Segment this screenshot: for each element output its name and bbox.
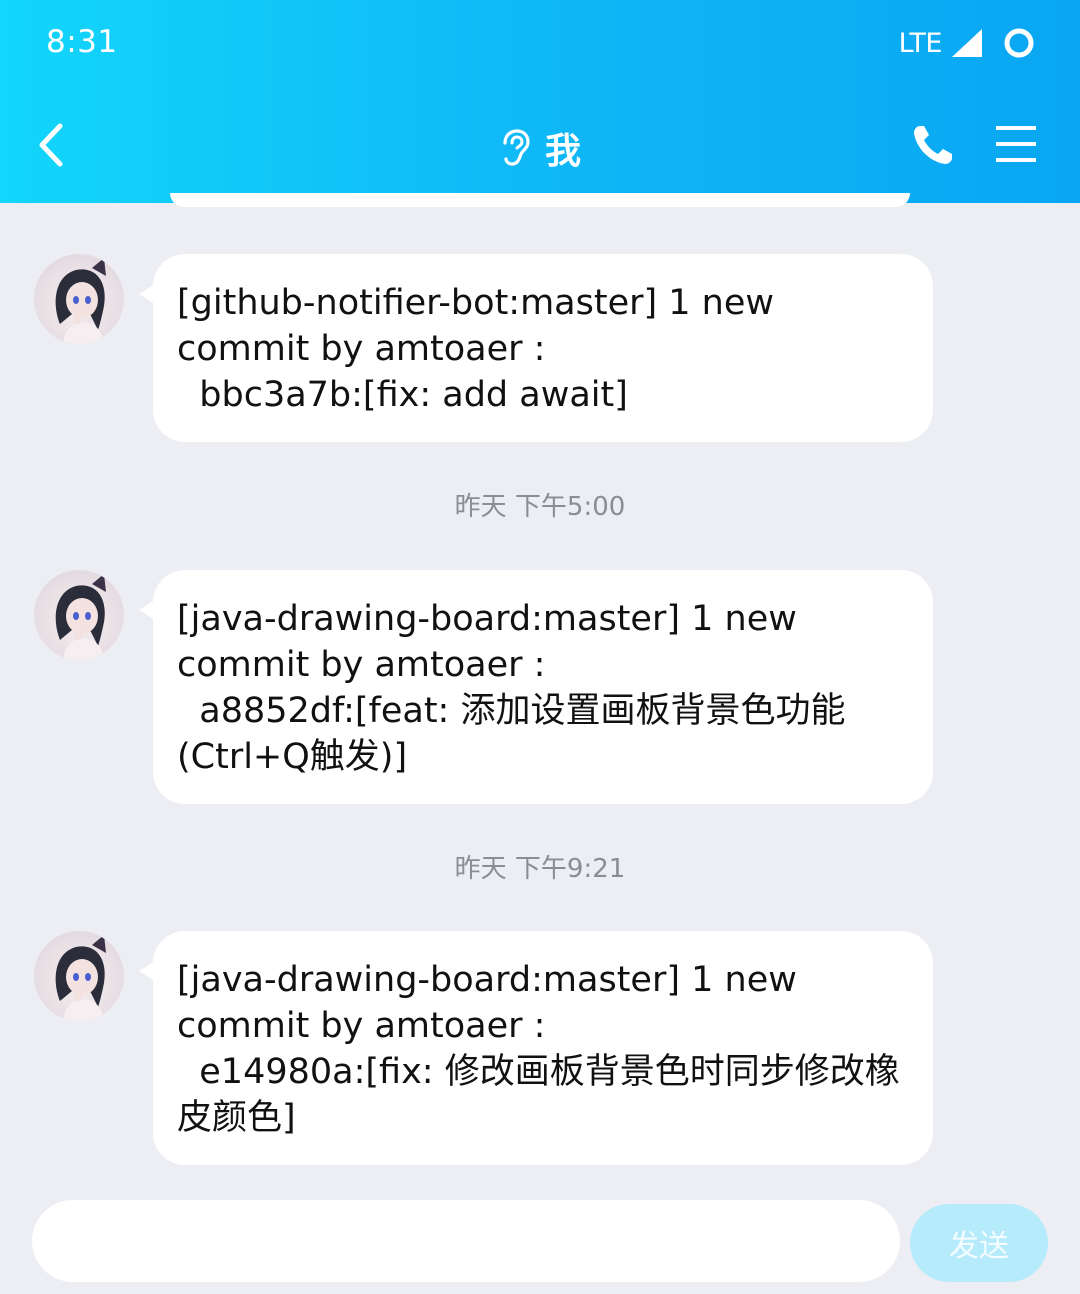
signal-icon (952, 29, 982, 57)
battery-circle-icon (1004, 28, 1034, 58)
input-bar: 发送 (0, 1188, 1080, 1294)
page-title: 我 (544, 131, 581, 172)
nav-bar: 我 (0, 100, 1080, 190)
avatar[interactable] (34, 570, 124, 660)
chat-area[interactable]: [github-notifier-bot:master] 1 new commi… (0, 193, 1080, 1188)
network-label: LTE (898, 27, 943, 59)
send-button[interactable]: 发送 (910, 1204, 1048, 1282)
timestamp: 昨天 下午9:21 (454, 854, 626, 884)
avatar-image (55, 258, 106, 344)
avatar[interactable] (34, 254, 124, 344)
timestamp: 昨天 下午5:00 (454, 492, 626, 522)
previous-message-edge (170, 193, 910, 207)
message-input[interactable] (32, 1200, 900, 1282)
avatar-image (55, 935, 106, 1021)
menu-icon[interactable] (994, 124, 1038, 164)
phone-icon[interactable] (912, 124, 954, 166)
status-icons: LTE (899, 26, 1036, 60)
message-bubble[interactable]: [java-drawing-board:master] 1 new commit… (139, 570, 933, 804)
app-header: 8:31 LTE 我 (0, 0, 1080, 203)
message-bubble[interactable]: [java-drawing-board:master] 1 new commit… (139, 931, 933, 1165)
avatar[interactable] (34, 931, 124, 1021)
avatar-image (55, 574, 106, 660)
ear-icon (503, 129, 530, 166)
message-bubble[interactable]: [github-notifier-bot:master] 1 new commi… (139, 254, 933, 442)
status-time: 8:31 (46, 24, 118, 60)
